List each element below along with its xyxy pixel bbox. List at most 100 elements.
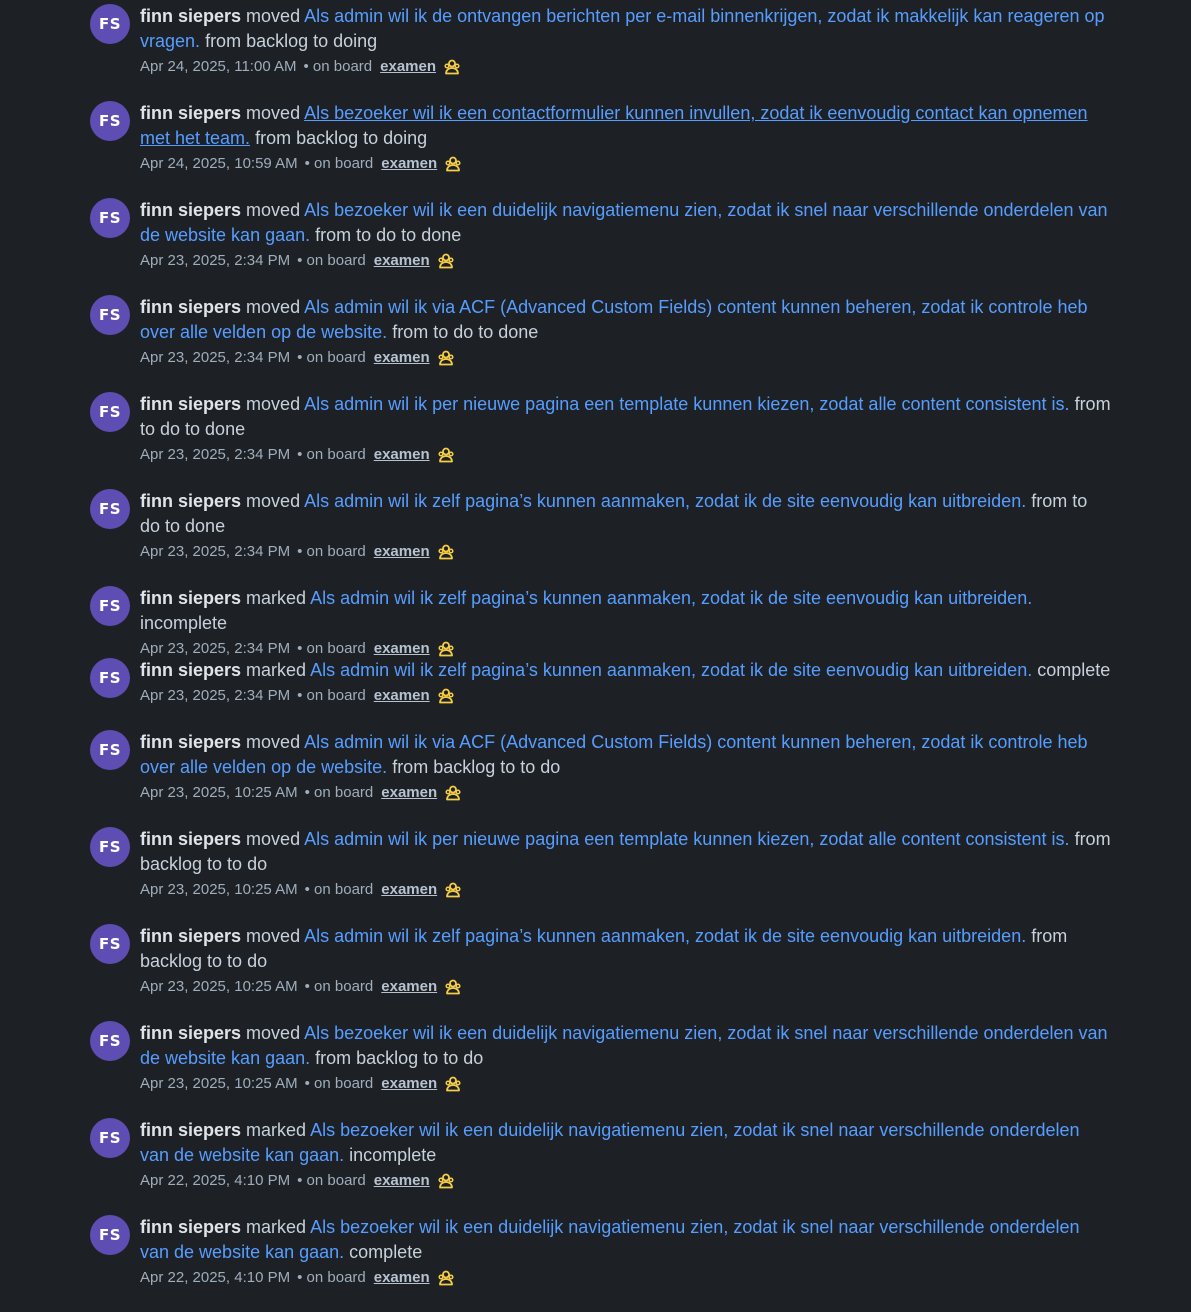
activity-meta: Apr 23, 2025, 10:25 AM • on board examen (140, 783, 1111, 803)
avatar[interactable]: FS (90, 101, 130, 141)
activity-text: finn siepers moved Als admin wil ik zelf… (140, 924, 1111, 974)
timestamp[interactable]: Apr 24, 2025, 10:59 AM (140, 154, 298, 174)
activity-item: FS finn siepers marked Als admin wil ik … (0, 586, 1191, 658)
card-link[interactable]: Als admin wil ik per nieuwe pagina een t… (304, 394, 1069, 414)
timestamp[interactable]: Apr 23, 2025, 2:34 PM (140, 445, 290, 465)
card-link[interactable]: Als admin wil ik zelf pagina’s kunnen aa… (310, 588, 1032, 608)
timestamp[interactable]: Apr 23, 2025, 10:25 AM (140, 977, 298, 997)
card-link[interactable]: Als admin wil ik zelf pagina’s kunnen aa… (310, 660, 1032, 680)
activity-meta: Apr 23, 2025, 10:25 AM • on board examen (140, 1074, 1111, 1094)
timestamp[interactable]: Apr 24, 2025, 11:00 AM (140, 57, 297, 77)
member-name[interactable]: finn siepers (140, 6, 241, 26)
activity-content: finn siepers marked Als bezoeker wil ik … (140, 1215, 1111, 1288)
avatar[interactable]: FS (90, 295, 130, 335)
activity-text: finn siepers moved Als admin wil ik per … (140, 392, 1111, 442)
member-name[interactable]: finn siepers (140, 926, 241, 946)
avatar[interactable]: FS (90, 586, 130, 626)
activity-text: finn siepers marked Als bezoeker wil ik … (140, 1215, 1111, 1265)
board-link[interactable]: examen (374, 542, 430, 562)
action-verb: moved (246, 6, 301, 26)
activity-item: FS finn siepers moved Als admin wil ik d… (0, 4, 1191, 101)
member-name[interactable]: finn siepers (140, 491, 241, 511)
member-name[interactable]: finn siepers (140, 1023, 241, 1043)
avatar[interactable]: FS (90, 924, 130, 964)
board-link[interactable]: examen (374, 686, 430, 706)
board-link[interactable]: examen (380, 57, 436, 77)
activity-meta: Apr 23, 2025, 2:34 PM • on board examen (140, 639, 1111, 659)
activity-item: FS finn siepers moved Als admin wil ik z… (0, 924, 1191, 1021)
board-prefix: • on board (297, 252, 366, 269)
board-prefix: • on board (297, 543, 366, 560)
board-prefix: • on board (303, 58, 373, 75)
activity-content: finn siepers moved Als admin wil ik via … (140, 295, 1111, 368)
activity-text: finn siepers marked Als bezoeker wil ik … (140, 1118, 1111, 1168)
workspace-members-icon (443, 783, 463, 803)
board-link[interactable]: examen (374, 348, 430, 368)
member-name[interactable]: finn siepers (140, 394, 241, 414)
activity-content: finn siepers moved Als bezoeker wil ik e… (140, 1021, 1111, 1094)
board-link[interactable]: examen (381, 1074, 437, 1094)
timestamp[interactable]: Apr 23, 2025, 2:34 PM (140, 251, 290, 271)
avatar[interactable]: FS (90, 1118, 130, 1158)
action-detail: from to do to done (392, 322, 539, 342)
timestamp[interactable]: Apr 22, 2025, 4:10 PM (140, 1268, 290, 1288)
board-link[interactable]: examen (374, 639, 430, 659)
avatar[interactable]: FS (90, 1215, 130, 1255)
timestamp[interactable]: Apr 23, 2025, 10:25 AM (140, 880, 298, 900)
action-verb: moved (246, 926, 301, 946)
member-name[interactable]: finn siepers (140, 103, 241, 123)
timestamp[interactable]: Apr 23, 2025, 2:34 PM (140, 686, 290, 706)
action-detail: complete (1037, 660, 1111, 680)
timestamp[interactable]: Apr 23, 2025, 2:34 PM (140, 542, 290, 562)
timestamp[interactable]: Apr 22, 2025, 4:10 PM (140, 1171, 290, 1191)
action-detail: incomplete (140, 613, 228, 633)
board-link[interactable]: examen (381, 154, 437, 174)
member-name[interactable]: finn siepers (140, 732, 241, 752)
activity-item: FS finn siepers moved Als bezoeker wil i… (0, 101, 1191, 198)
workspace-members-icon (436, 1268, 456, 1288)
activity-text: finn siepers moved Als admin wil ik per … (140, 827, 1111, 877)
activity-content: finn siepers moved Als admin wil ik zelf… (140, 489, 1111, 562)
member-name[interactable]: finn siepers (140, 588, 241, 608)
activity-meta: Apr 24, 2025, 11:00 AM • on board examen (140, 57, 1111, 77)
board-prefix: • on board (297, 446, 366, 463)
member-name[interactable]: finn siepers (140, 1120, 241, 1140)
avatar[interactable]: FS (90, 730, 130, 770)
avatar[interactable]: FS (90, 1021, 130, 1061)
avatar[interactable]: FS (90, 658, 130, 698)
activity-meta: Apr 23, 2025, 2:34 PM • on board examen (140, 445, 1111, 465)
timestamp[interactable]: Apr 23, 2025, 2:34 PM (140, 348, 290, 368)
workspace-members-icon (436, 445, 456, 465)
board-link[interactable]: examen (374, 251, 430, 271)
workspace-members-icon (443, 880, 463, 900)
avatar[interactable]: FS (90, 827, 130, 867)
board-link[interactable]: examen (374, 1171, 430, 1191)
action-detail: from backlog to doing (205, 31, 378, 51)
member-name[interactable]: finn siepers (140, 200, 241, 220)
board-prefix: • on board (297, 640, 366, 657)
member-name[interactable]: finn siepers (140, 1217, 241, 1237)
avatar[interactable]: FS (90, 4, 130, 44)
card-link[interactable]: Als admin wil ik zelf pagina’s kunnen aa… (304, 491, 1026, 511)
board-link[interactable]: examen (381, 783, 437, 803)
timestamp[interactable]: Apr 23, 2025, 10:25 AM (140, 1074, 298, 1094)
member-name[interactable]: finn siepers (140, 660, 241, 680)
timestamp[interactable]: Apr 23, 2025, 2:34 PM (140, 639, 290, 659)
timestamp[interactable]: Apr 23, 2025, 10:25 AM (140, 783, 298, 803)
member-name[interactable]: finn siepers (140, 297, 241, 317)
board-link[interactable]: examen (374, 445, 430, 465)
board-link[interactable]: examen (381, 977, 437, 997)
board-link[interactable]: examen (374, 1268, 430, 1288)
avatar[interactable]: FS (90, 489, 130, 529)
member-name[interactable]: finn siepers (140, 829, 241, 849)
action-verb: marked (246, 1217, 307, 1237)
board-prefix: • on board (304, 978, 374, 995)
action-verb: moved (246, 829, 301, 849)
avatar[interactable]: FS (90, 198, 130, 238)
card-link[interactable]: Als admin wil ik per nieuwe pagina een t… (304, 829, 1069, 849)
avatar[interactable]: FS (90, 392, 130, 432)
action-detail: from backlog to doing (255, 128, 428, 148)
card-link[interactable]: Als admin wil ik zelf pagina’s kunnen aa… (304, 926, 1026, 946)
workspace-members-icon (436, 686, 456, 706)
board-link[interactable]: examen (381, 880, 437, 900)
